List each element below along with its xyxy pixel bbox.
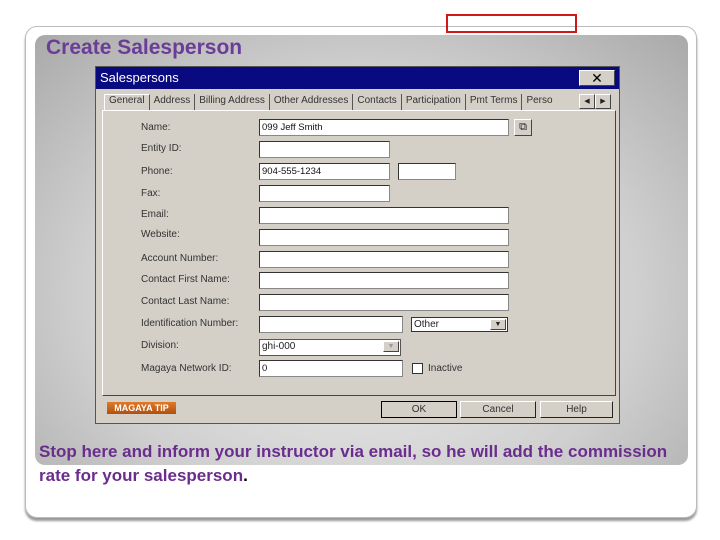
salespersons-dialog: Salespersons ✕ General Address Billing A… (95, 66, 620, 424)
division-select[interactable]: ghi-000 ▼ (259, 339, 401, 356)
name-label: Name: (141, 122, 171, 133)
tab-persons[interactable]: Perso (522, 94, 556, 110)
identification-type-select[interactable]: Other ▼ (411, 317, 508, 332)
slide-title: Create Salesperson (46, 36, 243, 59)
tab-pmt-terms[interactable]: Pmt Terms (466, 94, 523, 110)
website-input[interactable] (259, 229, 509, 246)
cancel-button[interactable]: Cancel (460, 401, 536, 418)
entity-id-label: Entity ID: (141, 143, 182, 154)
contact-last-name-label: Contact Last Name: (141, 296, 230, 307)
magaya-tip-button[interactable]: MAGAYA TIP (107, 402, 176, 414)
phone-input[interactable]: 904-555-1234 (259, 163, 390, 180)
division-value: ghi-000 (262, 341, 296, 352)
tab-participation[interactable]: Participation (402, 94, 466, 110)
website-label: Website: (141, 229, 180, 240)
identification-number-input[interactable] (259, 316, 403, 333)
inactive-label: Inactive (428, 363, 463, 374)
general-tab-panel: Name: 099 Jeff Smith ⧉ Entity ID: Phone:… (102, 110, 616, 396)
email-input[interactable] (259, 207, 509, 224)
tab-scroll: ◀ ▶ (579, 94, 611, 109)
identification-type-value: Other (414, 319, 440, 330)
tab-scroll-right-icon[interactable]: ▶ (595, 94, 611, 109)
fax-input[interactable] (259, 185, 390, 202)
chevron-down-icon[interactable]: ▼ (383, 341, 399, 352)
division-label: Division: (141, 340, 179, 351)
chevron-down-icon[interactable]: ▼ (490, 319, 506, 330)
phone-ext-input[interactable] (398, 163, 456, 180)
contact-first-name-label: Contact First Name: (141, 274, 230, 285)
email-label: Email: (141, 209, 169, 220)
note-text: Stop here and inform your instructor via… (39, 442, 668, 485)
tab-bar: General Address Billing Address Other Ad… (104, 94, 557, 110)
name-input[interactable]: 099 Jeff Smith (259, 119, 509, 136)
lookup-icon[interactable]: ⧉ (514, 119, 532, 136)
slide-note: Stop here and inform your instructor via… (39, 440, 689, 488)
account-number-label: Account Number: (141, 253, 219, 264)
tab-general[interactable]: General (104, 94, 150, 110)
contact-first-name-input[interactable] (259, 272, 509, 289)
ok-button[interactable]: OK (381, 401, 457, 418)
account-number-input[interactable] (259, 251, 509, 268)
phone-label: Phone: (141, 166, 173, 177)
magaya-network-id-label: Magaya Network ID: (141, 363, 232, 374)
tab-other-addresses[interactable]: Other Addresses (270, 94, 354, 110)
note-period: . (243, 466, 248, 485)
tab-scroll-left-icon[interactable]: ◀ (579, 94, 595, 109)
contact-last-name-input[interactable] (259, 294, 509, 311)
identification-number-label: Identification Number: (141, 318, 239, 329)
tab-contacts[interactable]: Contacts (353, 94, 402, 110)
entity-id-input[interactable] (259, 141, 390, 158)
inactive-checkbox[interactable] (412, 363, 423, 374)
fax-label: Fax: (141, 188, 161, 199)
tab-address[interactable]: Address (150, 94, 196, 110)
close-button[interactable]: ✕ (579, 70, 615, 86)
help-button[interactable]: Help (540, 401, 613, 418)
highlight-box (446, 14, 577, 33)
tab-billing-address[interactable]: Billing Address (195, 94, 270, 110)
magaya-network-id-input[interactable]: 0 (259, 360, 403, 377)
dialog-titlebar: Salespersons (96, 67, 619, 89)
